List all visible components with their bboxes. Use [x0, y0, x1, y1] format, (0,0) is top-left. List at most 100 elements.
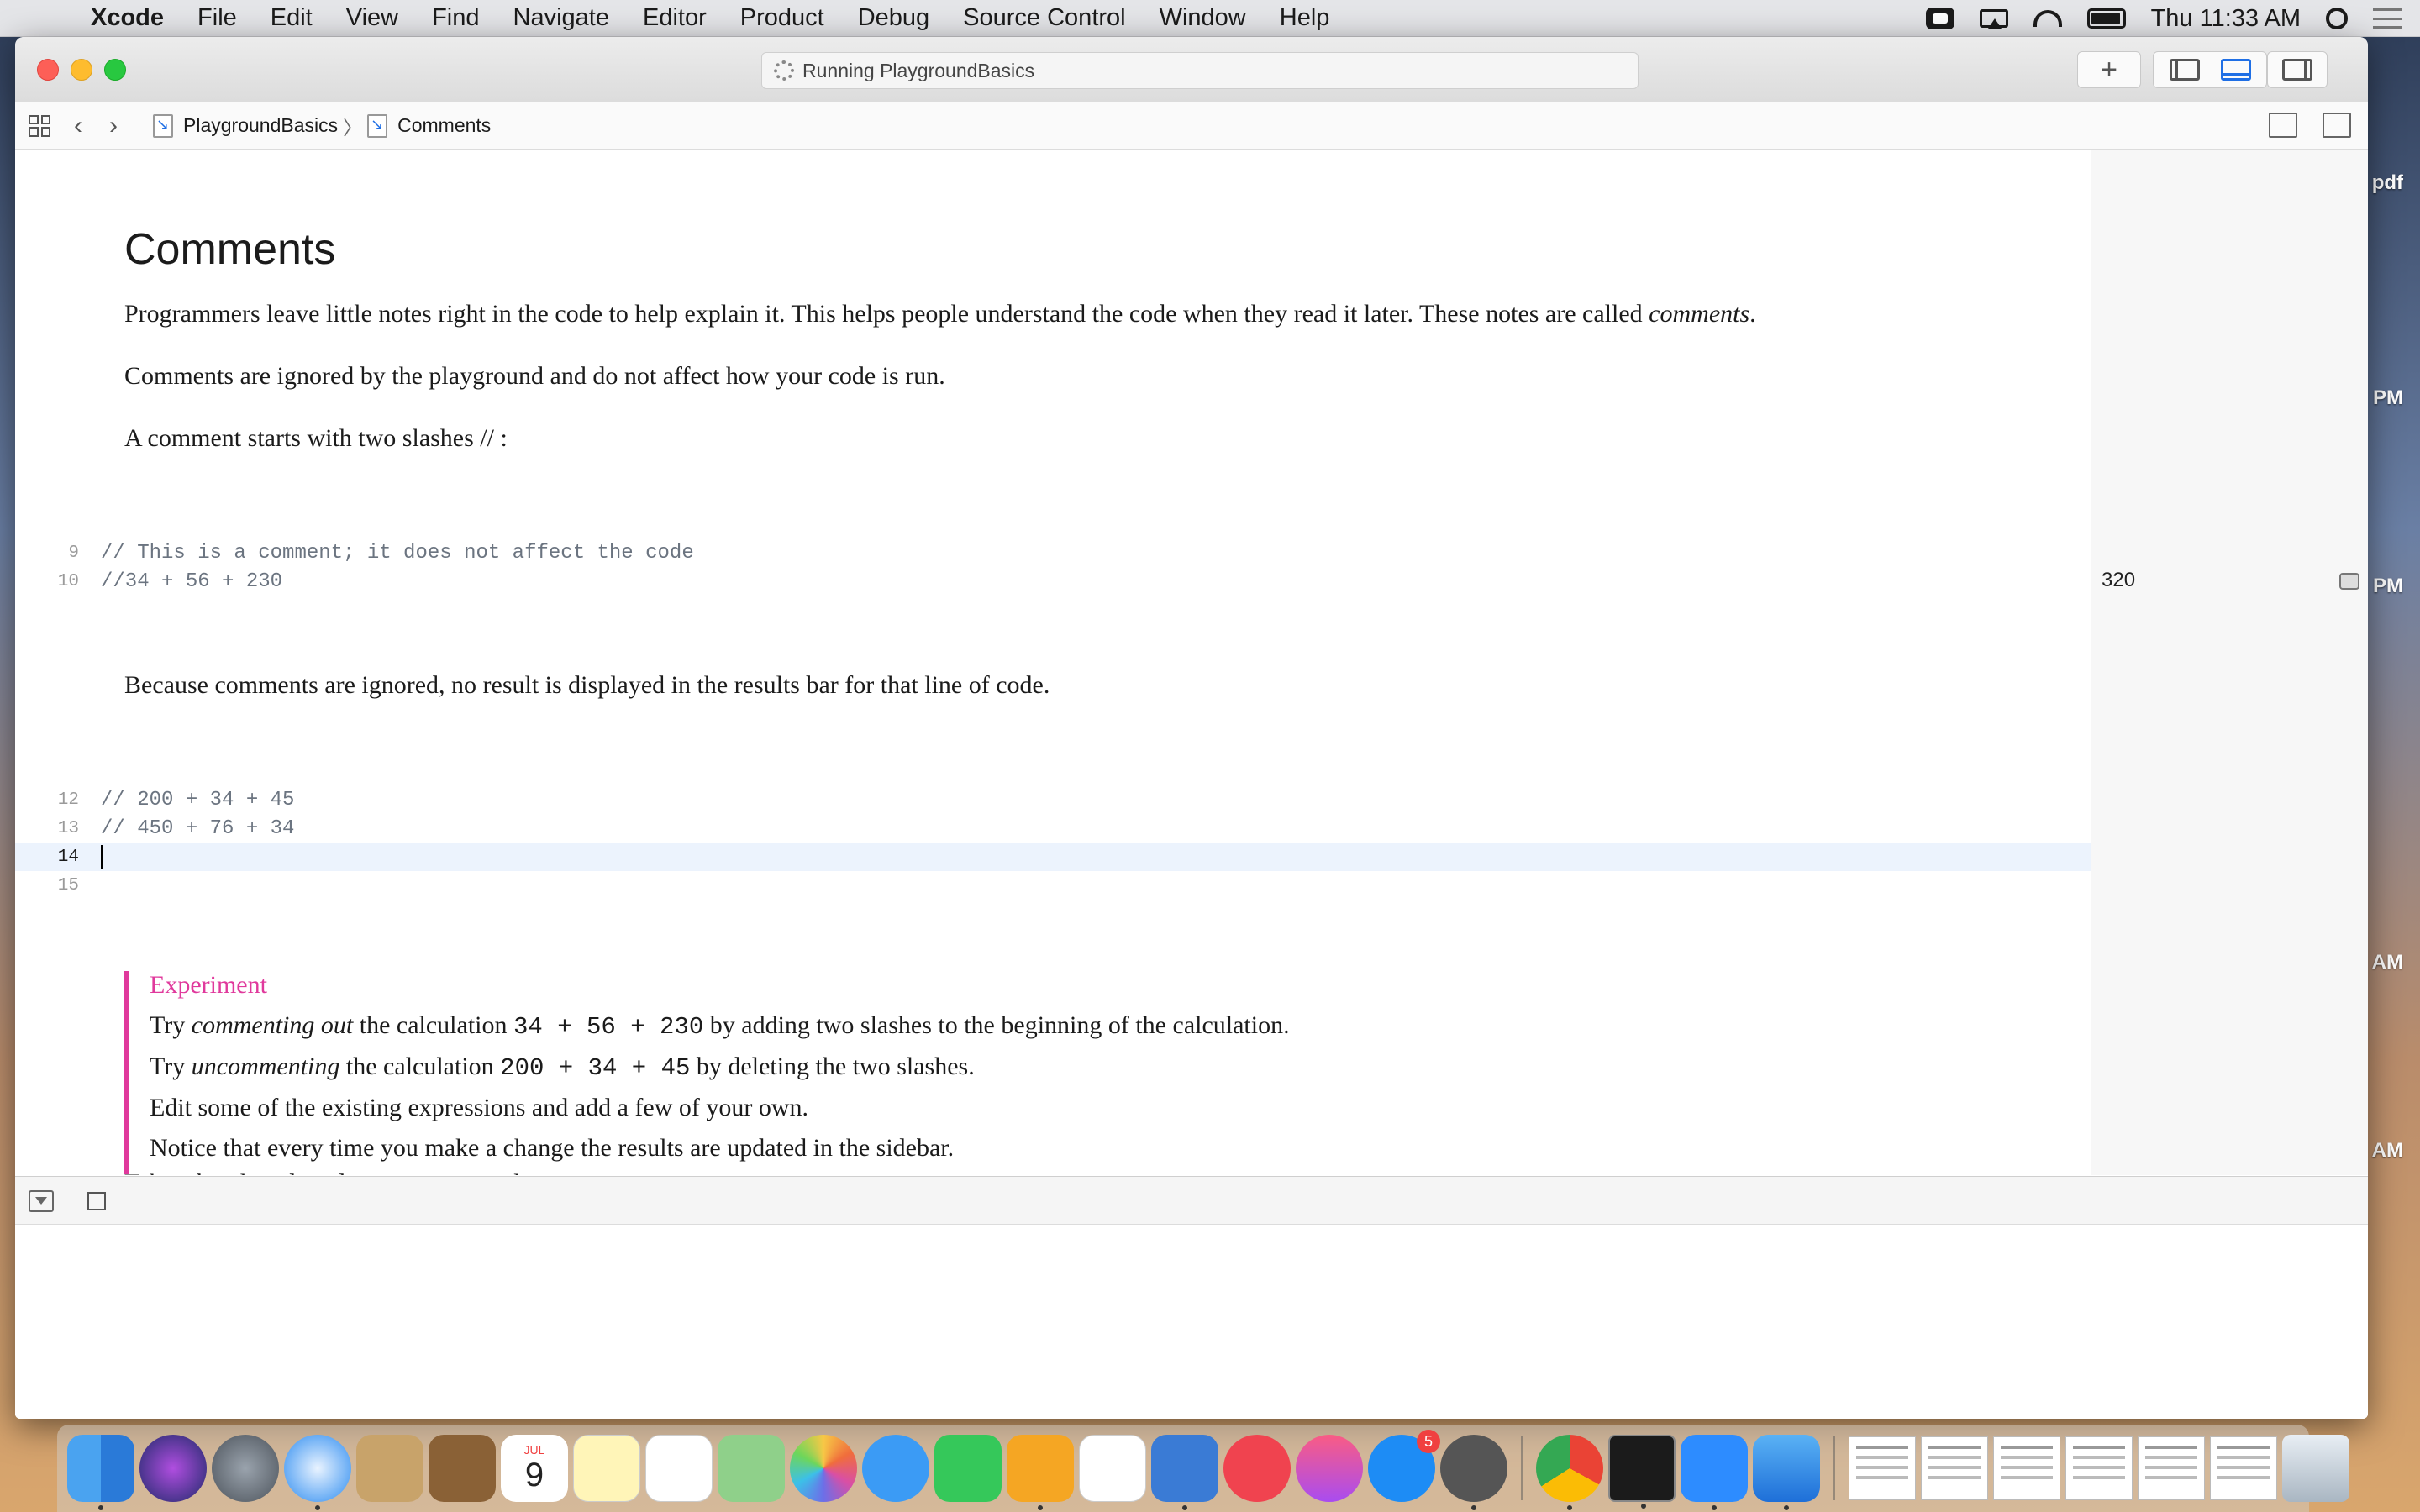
breadcrumb-project[interactable]: PlaygroundBasics: [183, 114, 338, 137]
screen-record-icon[interactable]: [1925, 8, 1954, 29]
news-icon[interactable]: [1223, 1435, 1291, 1502]
document-thumbnail[interactable]: [1921, 1436, 1988, 1500]
menu-window[interactable]: Window: [1143, 4, 1263, 32]
document-thumbnail[interactable]: [2210, 1436, 2277, 1500]
back-chevron-icon[interactable]: ‹: [64, 112, 92, 140]
minimize-window-button[interactable]: [71, 59, 92, 81]
xcode-window: Running PlaygroundBasics + ‹ › Playgroun…: [15, 37, 2368, 1419]
document-thumbnail[interactable]: [2065, 1436, 2133, 1500]
activity-viewer: Running PlaygroundBasics: [761, 52, 1639, 89]
calendar-icon[interactable]: JUL 9: [501, 1435, 568, 1502]
mail-stamp-icon[interactable]: [356, 1435, 424, 1502]
ignored-paragraph: Comments are ignored by the playground a…: [124, 362, 945, 390]
reminders-icon[interactable]: [645, 1435, 713, 1502]
battery-icon[interactable]: [2086, 8, 2126, 29]
code-text[interactable]: // This is a comment; it does not affect…: [101, 542, 694, 564]
notes-icon[interactable]: [573, 1435, 640, 1502]
document-thumbnail[interactable]: [1993, 1436, 2060, 1500]
menu-help[interactable]: Help: [1263, 4, 1347, 32]
app-store-icon[interactable]: 5: [1368, 1430, 1440, 1502]
zoom-window-button[interactable]: [104, 59, 126, 81]
contacts-icon[interactable]: [429, 1435, 496, 1502]
launchpad-icon[interactable]: [212, 1435, 279, 1502]
system-preferences-icon[interactable]: [1440, 1435, 1507, 1510]
wifi-icon[interactable]: [2033, 10, 2062, 27]
stop-playground-icon[interactable]: [87, 1192, 106, 1210]
intro-emphasis: comments: [1649, 300, 1750, 328]
code-line[interactable]: 10 //34 + 56 + 230: [15, 567, 2091, 596]
code-text[interactable]: // 450 + 76 + 34: [101, 817, 294, 840]
console-output[interactable]: [15, 1225, 2368, 1419]
code-text[interactable]: // 200 + 34 + 45: [101, 789, 294, 811]
exp-text: by deleting the two slashes.: [690, 1053, 975, 1080]
jump-bar: ‹ › PlaygroundBasics 〉 Comments: [15, 102, 2368, 150]
messages-icon[interactable]: [862, 1435, 929, 1502]
menu-navigate[interactable]: Navigate: [497, 4, 626, 32]
result-value[interactable]: 320: [2102, 569, 2135, 592]
page-title: Comments: [124, 225, 336, 274]
navigator-toggle-icon[interactable]: [2169, 59, 2200, 81]
library-add-button[interactable]: +: [2077, 51, 2141, 88]
page-file-icon: [367, 113, 388, 138]
slashes-paragraph: A comment starts with two slashes // :: [124, 424, 508, 452]
itunes-icon[interactable]: [1296, 1435, 1363, 1502]
dock-divider: [1833, 1436, 1835, 1500]
code-line[interactable]: 9 // This is a comment; it does not affe…: [15, 538, 2091, 567]
xcode-icon[interactable]: [1753, 1435, 1820, 1510]
editor-options-icon[interactable]: [2269, 113, 2297, 138]
code-line[interactable]: 15: [15, 871, 2091, 900]
code-line[interactable]: 12 // 200 + 34 + 45: [15, 785, 2091, 814]
menu-view[interactable]: View: [329, 4, 415, 32]
menu-find[interactable]: Find: [415, 4, 496, 32]
notification-center-icon[interactable]: [2373, 8, 2402, 29]
facetime-icon[interactable]: [934, 1435, 1002, 1502]
photos-icon[interactable]: [790, 1435, 857, 1502]
exp-inline-code: 34 + 56 + 230: [513, 1013, 704, 1041]
menu-source-control[interactable]: Source Control: [946, 4, 1142, 32]
desktop-file-label: pdf: [2371, 171, 2403, 194]
line-number: 13: [57, 818, 79, 838]
zoom-icon[interactable]: [1681, 1435, 1748, 1510]
airplay-icon[interactable]: [1979, 9, 2008, 29]
spotlight-search-icon[interactable]: [2326, 8, 2348, 29]
menubar-clock[interactable]: Thu 11:33 AM: [2151, 5, 2301, 33]
inspector-toggle-icon: [2282, 59, 2312, 81]
current-code-line[interactable]: 14: [15, 843, 2091, 871]
intro-end: .: [1749, 300, 1756, 328]
menu-edit[interactable]: Edit: [254, 4, 329, 32]
related-items-grid-icon[interactable]: [29, 114, 50, 137]
quick-look-icon[interactable]: [2339, 573, 2360, 590]
maps-icon[interactable]: [718, 1435, 785, 1502]
plus-icon: +: [2101, 53, 2118, 86]
siri-icon[interactable]: [139, 1435, 207, 1502]
safari-icon[interactable]: [284, 1435, 351, 1510]
menu-debug[interactable]: Debug: [841, 4, 946, 32]
intro-text: Programmers leave little notes right in …: [124, 300, 1649, 328]
menu-editor[interactable]: Editor: [626, 4, 723, 32]
finder-icon[interactable]: [67, 1435, 134, 1510]
document-thumbnail[interactable]: [1849, 1436, 1916, 1500]
document-thumbnail[interactable]: [2138, 1436, 2205, 1500]
experiment-line: Try uncommenting the calculation 200 + 3…: [150, 1053, 1290, 1082]
menu-file[interactable]: File: [181, 4, 254, 32]
inspector-toggle-button[interactable]: [2267, 51, 2328, 88]
keynote-icon[interactable]: [1151, 1435, 1218, 1510]
forward-chevron-icon[interactable]: ›: [99, 112, 128, 140]
playground-editor[interactable]: Comments Programmers leave little notes …: [15, 150, 2091, 1175]
close-window-button[interactable]: [37, 59, 59, 81]
split-editor-icon[interactable]: [2323, 113, 2351, 138]
code-line[interactable]: 13 // 450 + 76 + 34: [15, 814, 2091, 843]
menu-product[interactable]: Product: [723, 4, 841, 32]
chrome-icon[interactable]: [1536, 1435, 1603, 1510]
hide-debug-area-icon[interactable]: [29, 1190, 54, 1212]
menu-app-name[interactable]: Xcode: [71, 4, 181, 32]
breadcrumb-page[interactable]: Comments: [397, 114, 491, 137]
pages-icon[interactable]: [1007, 1435, 1074, 1510]
progress-spinner-icon: [774, 60, 794, 81]
terminal-icon[interactable]: [1608, 1435, 1676, 1509]
text-cursor: [101, 845, 103, 869]
numbers-icon[interactable]: [1079, 1435, 1146, 1502]
trash-icon[interactable]: [2282, 1435, 2349, 1502]
debug-area-toggle-icon[interactable]: [2220, 59, 2251, 81]
code-text[interactable]: //34 + 56 + 230: [101, 570, 282, 593]
